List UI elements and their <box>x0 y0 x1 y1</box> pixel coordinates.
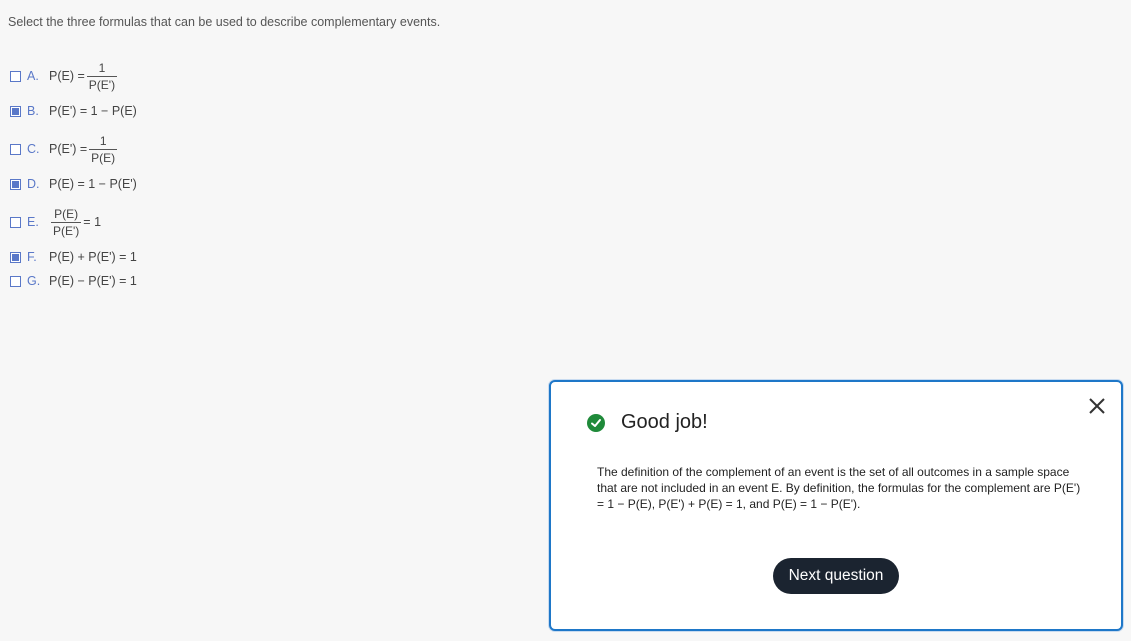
option-d[interactable]: D. P(E) = 1 − P(E') <box>10 174 137 194</box>
option-g-formula: P(E) − P(E') = 1 <box>49 274 137 288</box>
option-b-formula: P(E') = 1 − P(E) <box>49 104 137 118</box>
option-a-fraction: 1 P(E') <box>86 60 118 92</box>
option-a-denominator: P(E') <box>86 75 118 92</box>
option-c-formula: P(E') = 1 P(E) <box>49 134 119 165</box>
option-c-letter: C. <box>27 142 40 156</box>
option-c-numerator: 1 <box>99 133 107 148</box>
option-a-numerator: 1 <box>98 60 106 75</box>
option-d-letter: D. <box>27 177 40 191</box>
close-icon[interactable] <box>1087 396 1107 416</box>
option-e-formula: P(E) P(E') = 1 <box>49 207 101 238</box>
option-e-letter: E. <box>27 215 39 229</box>
option-g-letter: G. <box>27 274 41 288</box>
option-c-denominator: P(E) <box>89 148 118 165</box>
feedback-dialog: Good job! The definition of the compleme… <box>549 380 1123 631</box>
option-g-checkbox[interactable] <box>10 275 21 287</box>
option-e-numerator: P(E) <box>54 206 79 221</box>
option-e-rhs: = 1 <box>83 215 102 229</box>
option-e[interactable]: E. P(E) P(E') = 1 <box>10 207 101 237</box>
option-b[interactable]: B. P(E') = 1 − P(E) <box>10 101 137 121</box>
option-a-lhs: P(E) = <box>49 69 85 83</box>
option-b-checkbox[interactable] <box>10 105 21 117</box>
option-a-letter: A. <box>27 69 39 83</box>
next-question-button[interactable]: Next question <box>773 558 899 594</box>
option-c-checkbox[interactable] <box>10 143 21 155</box>
option-e-fraction: P(E) P(E') <box>51 206 82 238</box>
option-d-checkbox[interactable] <box>10 178 21 190</box>
option-b-letter: B. <box>27 104 39 118</box>
option-e-checkbox[interactable] <box>10 216 21 228</box>
option-d-formula: P(E) = 1 − P(E') <box>49 177 137 191</box>
option-c[interactable]: C. P(E') = 1 P(E) <box>10 134 119 164</box>
check-circle-icon <box>587 413 605 432</box>
option-f-checkbox[interactable] <box>10 251 21 263</box>
option-c-fraction: 1 P(E) <box>89 133 118 165</box>
option-a[interactable]: A. P(E) = 1 P(E') <box>10 61 119 91</box>
feedback-explanation: The definition of the complement of an e… <box>597 465 1081 511</box>
option-a-checkbox[interactable] <box>10 70 21 82</box>
option-f-letter: F. <box>27 250 37 264</box>
option-e-denominator: P(E') <box>51 221 82 238</box>
option-f-formula: P(E) + P(E') = 1 <box>49 250 137 264</box>
feedback-header: Good job! <box>587 411 708 434</box>
feedback-title: Good job! <box>621 411 708 433</box>
option-g[interactable]: G. P(E) − P(E') = 1 <box>10 271 137 291</box>
option-c-lhs: P(E') = <box>49 142 88 156</box>
option-f[interactable]: F. P(E) + P(E') = 1 <box>10 247 137 267</box>
question-text: Select the three formulas that can be us… <box>8 15 441 29</box>
option-a-formula: P(E) = 1 P(E') <box>49 61 119 92</box>
